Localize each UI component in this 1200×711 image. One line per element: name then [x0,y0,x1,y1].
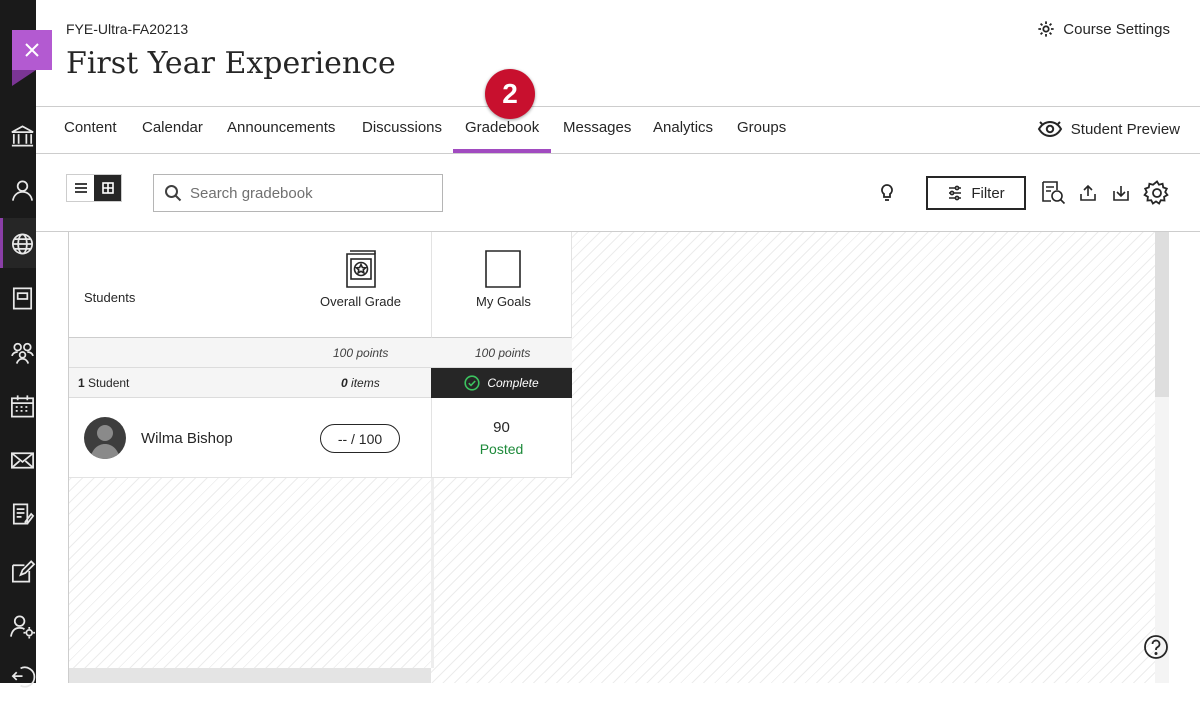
student-preview-label: Student Preview [1070,120,1180,138]
profile-icon[interactable] [9,176,36,204]
document-icon [484,249,522,289]
goal-score: 90 [493,419,510,436]
close-tab-tail [12,70,36,86]
students-header[interactable]: Students [84,290,135,305]
close-icon [25,43,39,57]
search-icon [165,185,182,202]
page-title: First Year Experience [66,46,396,81]
institution-icon[interactable] [9,122,36,150]
student-count-number: 1 [78,376,85,390]
student-count: 1 Student [78,376,129,390]
items-count: 0 items [341,376,380,390]
complete-label: Complete [487,376,539,390]
course-settings-label: Course Settings [1063,20,1170,38]
mail-icon[interactable] [9,446,36,474]
tab-calendar[interactable]: Calendar [142,107,203,154]
calendar-icon[interactable] [9,392,36,420]
grading-search-icon[interactable] [1040,179,1066,210]
groups-icon[interactable] [9,338,36,366]
gradebook-page: FYE-Ultra-FA20213 First Year Experience … [0,0,1200,711]
overall-grade-points: 100 points [333,346,389,360]
course-id: FYE-Ultra-FA20213 [66,21,189,37]
active-tab-indicator [453,149,551,153]
edit-icon[interactable] [9,558,36,586]
student-count-label: Student [84,376,130,390]
student-preview-button[interactable]: Student Preview [1037,118,1180,140]
items-count-label: items [347,376,380,390]
course-settings-button[interactable]: Course Settings [1037,20,1170,38]
course-tabs: Content Calendar Announcements Discussio… [36,106,1200,154]
help-icon[interactable] [1143,634,1169,660]
tab-content[interactable]: Content [64,107,117,154]
list-icon [74,183,87,193]
tab-discussions[interactable]: Discussions [362,107,442,154]
overall-grade-header[interactable]: Overall Grade [320,294,401,309]
import-icon[interactable] [1111,183,1131,208]
my-goals-header[interactable]: My Goals [476,294,531,309]
preview-eye-icon [1037,120,1062,138]
horizontal-scrollbar[interactable] [69,668,431,683]
my-goals-grade-cell[interactable] [431,398,572,478]
student-name-link[interactable]: Wilma Bishop [141,430,233,447]
filter-button[interactable]: Filter [926,176,1026,210]
check-circle-icon [464,375,480,391]
book-icon[interactable] [9,284,36,312]
left-nav-rail [0,0,36,688]
tab-announcements[interactable]: Announcements [227,107,335,154]
complete-status-cell: Complete [431,368,572,398]
posted-status: Posted [479,441,524,457]
step-badge: 2 [485,69,535,119]
user-settings-icon[interactable] [9,612,36,640]
view-toggle [66,174,122,202]
filter-label: Filter [971,184,1005,202]
search-box [153,174,443,212]
items-count-number: 0 [341,376,348,390]
globe-icon[interactable] [9,230,36,258]
grid-icon [101,182,114,194]
sign-out-icon[interactable] [9,664,36,692]
my-goals-points: 100 points [475,346,531,360]
filter-sliders-icon [949,185,962,201]
tab-messages[interactable]: Messages [563,107,631,154]
grid-view-button[interactable] [94,175,121,201]
gear-icon [1038,21,1054,37]
export-icon[interactable] [1078,183,1098,208]
search-input[interactable] [190,184,430,202]
overall-grade-icon [343,249,379,289]
lightbulb-icon[interactable] [877,182,897,204]
grades-icon[interactable] [9,500,36,528]
tab-groups[interactable]: Groups [737,107,786,154]
list-view-button[interactable] [67,175,94,201]
avatar [84,417,126,459]
vertical-scrollbar-thumb[interactable] [1155,232,1169,397]
tab-analytics[interactable]: Analytics [653,107,713,154]
gradebook-settings-gear-icon[interactable] [1143,179,1171,212]
close-course-button[interactable] [12,30,52,70]
overall-grade-pill[interactable]: -- / 100 [320,424,400,453]
